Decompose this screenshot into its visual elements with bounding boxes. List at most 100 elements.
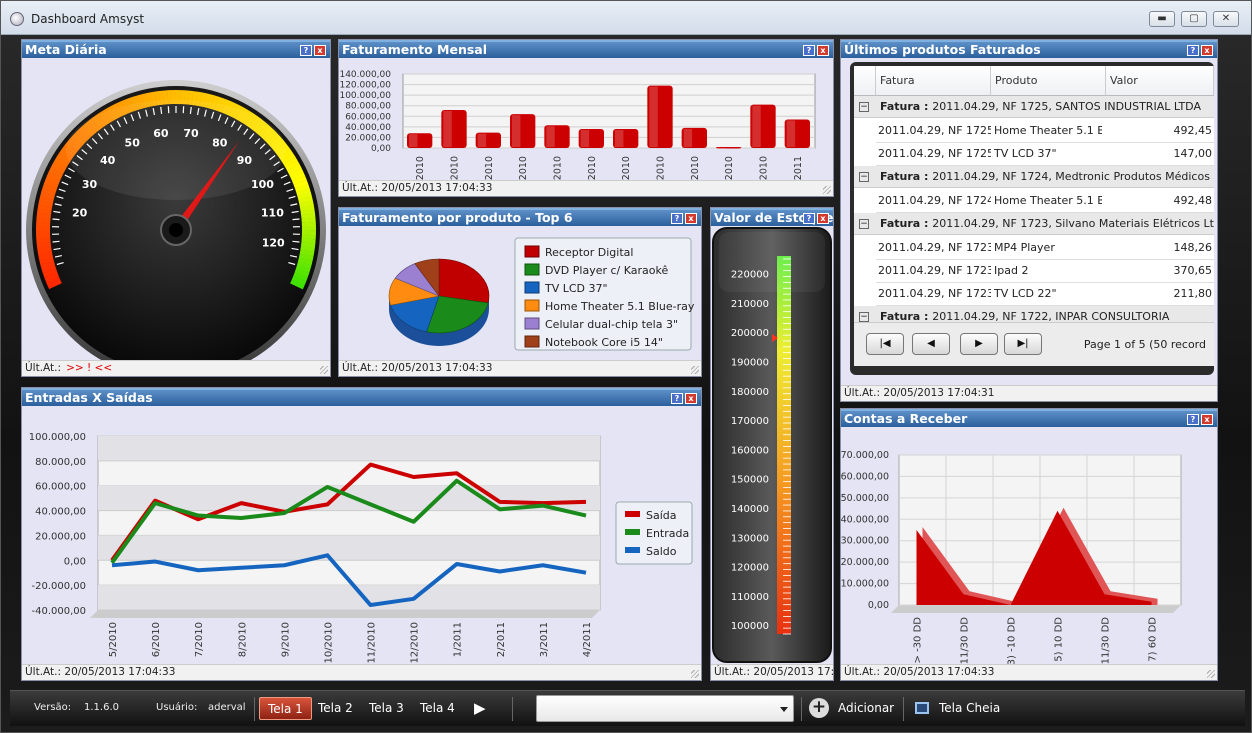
y-tick-label: 10.000,00 [841, 579, 889, 590]
panel-header[interactable]: Contas a Receber ? x [841, 409, 1217, 427]
scale-tick-label: 170000 [731, 416, 769, 427]
version-label: Versão: [34, 702, 72, 713]
panel-title: Entradas X Saídas [25, 390, 153, 405]
x-tick-label: 1/2011 [453, 622, 464, 657]
y-tick-label: -20.000,00 [31, 581, 86, 592]
x-tick-label: 5) 10 DD [1054, 617, 1065, 662]
panel-header[interactable]: Faturamento Mensal ? x [339, 40, 833, 58]
help-icon[interactable]: ? [300, 45, 312, 56]
scale-tick-label: 110000 [731, 592, 769, 603]
adicionar-button[interactable]: Adicionar [830, 697, 902, 720]
table-row[interactable]: 2011.04.29, NF 1725,Home Theater 5.1 Blu… [876, 120, 1214, 143]
panel-title: Últimos produtos Faturados [844, 42, 1041, 57]
group-row[interactable]: − Fatura : 2011.04.29, NF 1723, Silvano M… [854, 213, 1214, 235]
maximize-button[interactable]: ▢ [1181, 11, 1207, 27]
panel-header[interactable]: Valor de Estoque ? x [711, 208, 833, 226]
column-header-produto[interactable]: Produto [991, 66, 1106, 96]
group-row[interactable]: − Fatura : 2011.04.29, NF 1725, SANTOS IN… [854, 96, 1214, 118]
add-icon[interactable]: + [809, 698, 829, 718]
table-row[interactable]: 2011.04.29, NF 1723, Ipad 2 370,65 [876, 260, 1214, 283]
legend-swatch [625, 511, 640, 517]
play-icon[interactable]: ▶ [466, 697, 494, 720]
separator [801, 697, 802, 721]
y-tick-label: 0,00 [64, 556, 86, 567]
collapse-icon[interactable]: − [859, 312, 869, 322]
collapse-icon[interactable]: − [859, 172, 869, 182]
close-icon[interactable]: x [314, 45, 326, 56]
collapse-icon[interactable]: − [859, 219, 869, 229]
table-cell: 211,80 [1173, 287, 1213, 300]
column-header-fatura[interactable]: Fatura [876, 66, 991, 96]
x-tick-label: 9/2010 [280, 622, 291, 657]
grid-band [98, 535, 600, 561]
close-icon[interactable]: x [685, 393, 697, 404]
x-tick-label: 2011 [793, 156, 804, 180]
tab-tela-1[interactable]: Tela 1 [259, 697, 312, 720]
tab-tela-2[interactable]: Tela 2 [310, 697, 361, 720]
x-tick-label: 7/2010 [194, 622, 205, 657]
legend-swatch [524, 299, 540, 312]
resize-grip[interactable] [823, 186, 831, 194]
x-tick-label: 2/2011 [496, 622, 507, 657]
panel-valor-estoque: Valor de Estoque ?x 22000021000020000019… [710, 207, 834, 681]
group-title: Fatura : 2011.04.29, NF 1724, Medtronic … [880, 170, 1214, 183]
group-row[interactable]: − Fatura : 2011.04.29, NF 1724, Medtronic… [854, 166, 1214, 188]
panel-title: Faturamento por produto - Top 6 [342, 210, 573, 225]
fullscreen-icon[interactable] [915, 702, 929, 714]
resize-grip[interactable] [320, 366, 328, 374]
close-icon[interactable]: x [817, 45, 829, 56]
tela-cheia-button[interactable]: Tela Cheia [931, 697, 1008, 720]
gauge-band-segment [301, 226, 316, 231]
minimize-button[interactable]: ▬ [1149, 11, 1175, 27]
x-tick-label: D) > -30 DD [913, 617, 924, 664]
tab-tela-3[interactable]: Tela 3 [361, 697, 412, 720]
help-icon[interactable]: ? [1187, 45, 1199, 56]
panel-header[interactable]: Entradas X Saídas ? x [22, 388, 701, 406]
close-icon[interactable]: x [817, 213, 829, 224]
column-header-valor[interactable]: Valor [1106, 66, 1214, 96]
panel-footer: Últ.At.: 20/05/2013 17:04:33 [339, 360, 701, 376]
legend-label: Receptor Digital [545, 246, 633, 259]
grid-band [98, 585, 600, 610]
bar-highlight [546, 126, 555, 147]
help-icon[interactable]: ? [1187, 414, 1199, 425]
scale-tick-label: 160000 [731, 445, 769, 456]
panel-footer: Últ.At.: 20/05/2013 17:04:33 [22, 664, 701, 680]
table-row[interactable]: 2011.04.29, NF 1725, TV LCD 37" 147,00 [876, 143, 1214, 166]
help-icon[interactable]: ? [671, 393, 683, 404]
y-tick-label: 40.000,00 [35, 507, 86, 518]
panel-header[interactable]: Faturamento por produto - Top 6 ? x [339, 208, 701, 226]
legend-swatch [625, 529, 640, 535]
plot-area [97, 435, 601, 611]
pager-first-button[interactable]: |◀ [866, 333, 904, 355]
collapse-icon[interactable]: − [859, 102, 869, 112]
resize-grip[interactable] [691, 670, 699, 678]
table-row[interactable]: 2011.04.29, NF 1723, TV LCD 22" 211,80 [876, 283, 1214, 306]
resize-grip[interactable] [1207, 670, 1215, 678]
y-tick-label: 40.000,00 [345, 123, 391, 133]
color-scale [777, 256, 791, 634]
screen-select[interactable] [536, 695, 794, 722]
pager-prev-button[interactable]: ◀ [912, 333, 950, 355]
panel-header[interactable]: Últimos produtos Faturados ? x [841, 40, 1217, 58]
legend-label: Saída [646, 509, 677, 522]
panel-header[interactable]: Meta Diária ? x [22, 40, 330, 58]
pager-next-button[interactable]: ▶ [960, 333, 998, 355]
pager-last-button[interactable]: ▶| [1004, 333, 1042, 355]
x-tick-label: 6/2010 [151, 622, 162, 657]
table-row[interactable]: 2011.04.29, NF 1723, MP4 Player 148,26 [876, 237, 1214, 260]
chevron-down-icon [780, 707, 788, 712]
close-button[interactable]: ✕ [1213, 11, 1239, 27]
table-row[interactable]: 2011.04.29, NF 1724,Home Theater 5.1 Blu… [876, 190, 1214, 213]
close-icon[interactable]: x [1201, 414, 1213, 425]
bar-highlight [683, 128, 693, 147]
close-icon[interactable]: x [685, 213, 697, 224]
close-icon[interactable]: x [1201, 45, 1213, 56]
help-icon[interactable]: ? [803, 45, 815, 56]
tab-tela-4[interactable]: Tela 4 [412, 697, 463, 720]
help-icon[interactable]: ? [803, 213, 815, 224]
y-tick-label: 80.000,00 [35, 457, 86, 468]
x-tick-label: 2010 [587, 156, 598, 180]
resize-grip[interactable] [691, 366, 699, 374]
help-icon[interactable]: ? [671, 213, 683, 224]
